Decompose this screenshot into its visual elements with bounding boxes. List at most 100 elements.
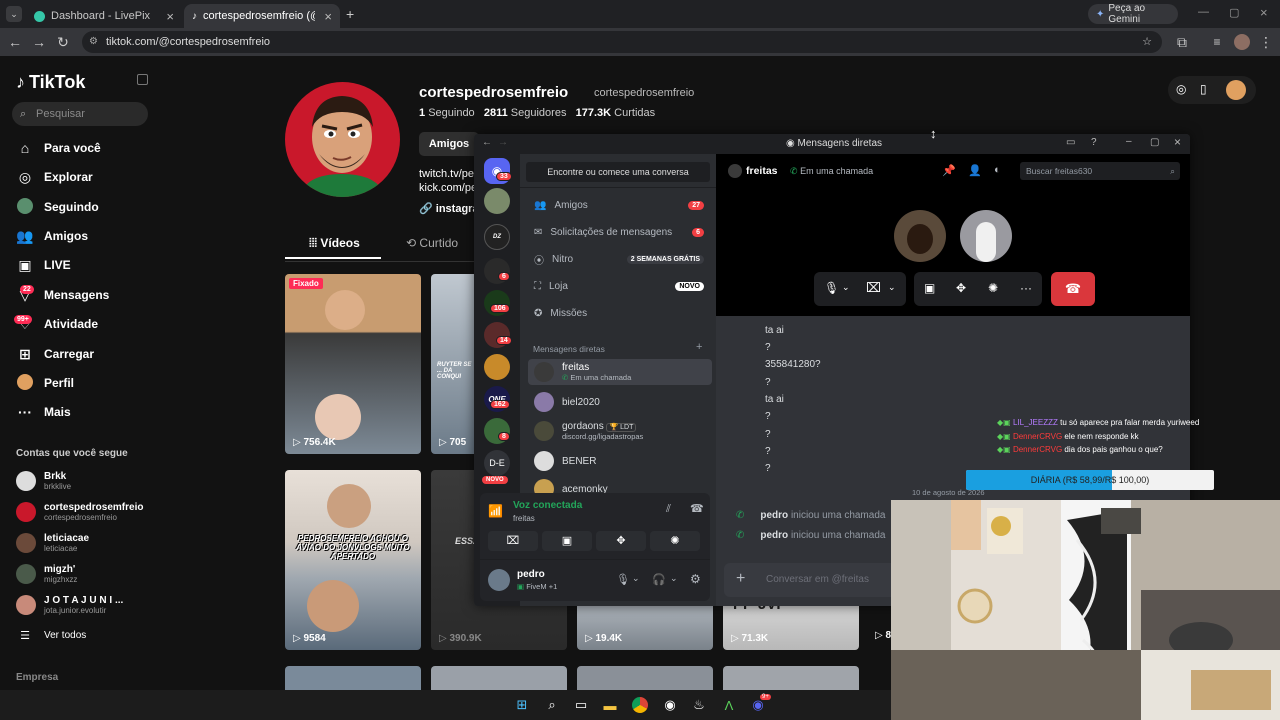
menu-friends[interactable]: 👥 Amigos 27	[528, 193, 712, 217]
windows-start-icon[interactable]: ⊞	[513, 696, 531, 714]
forward-icon[interactable]: →	[27, 30, 51, 54]
gemini-button[interactable]: ✦ Peça ao Gemini	[1088, 3, 1178, 25]
attach-plus-icon[interactable]: +	[736, 570, 745, 588]
voice-status[interactable]: Voz conectada	[513, 500, 582, 511]
chevron-down-icon[interactable]: ⌄	[670, 573, 678, 584]
address-bar[interactable]: ⚙ tiktok.com/@cortespedrosemfreio ☆	[82, 31, 1162, 53]
nav-amigos[interactable]: 👥 Amigos	[16, 225, 88, 247]
noise-suppression-icon[interactable]: ⫽	[666, 503, 671, 516]
followed-account[interactable]: migzh' migzhxzz	[16, 564, 77, 584]
new-tab-button[interactable]: +	[346, 6, 354, 22]
nav-para-voce[interactable]: ⌂ Para você	[16, 137, 101, 159]
inbox-icon[interactable]: ▭	[1066, 137, 1075, 148]
menu-quests[interactable]: ✪ Missões	[528, 301, 712, 325]
friends-button[interactable]: Amigos	[419, 132, 479, 156]
server-icon[interactable]	[484, 354, 510, 380]
activities-icon[interactable]: ✥	[956, 281, 966, 295]
camera-off-icon[interactable]: ⌧	[866, 280, 881, 296]
followed-account[interactable]: Brkk brkklive	[16, 471, 71, 491]
more-options-icon[interactable]: ···	[1020, 281, 1032, 295]
screen-share-icon[interactable]: ▣	[924, 281, 935, 295]
tiktok-logo[interactable]: ♪ TikTok	[16, 72, 85, 93]
device-icon[interactable]: ▯	[1200, 82, 1207, 96]
dm-item-gordaons[interactable]: gordaons 🏆 LDT discord.gg/ligadastropas	[528, 418, 712, 444]
nav-mais[interactable]: ··· Mais	[16, 401, 71, 423]
steam-icon[interactable]: ♨	[690, 696, 708, 714]
see-all-link[interactable]: ☰ Ver todos	[16, 624, 86, 646]
tab-livepix[interactable]: Dashboard - LivePix ×	[26, 4, 182, 28]
nav-carregar[interactable]: ⊞ Carregar	[16, 343, 94, 365]
reading-list-icon[interactable]: ≡	[1205, 30, 1229, 54]
site-info-icon[interactable]: ⚙	[89, 31, 98, 53]
company-link[interactable]: Empresa	[16, 672, 58, 683]
server-icon[interactable]	[484, 188, 510, 214]
obs-icon[interactable]: ◉	[661, 696, 679, 714]
coins-icon[interactable]: ◎	[1176, 82, 1186, 96]
extensions-icon[interactable]: ⧉	[1170, 30, 1194, 54]
minimize-icon[interactable]: –	[1126, 136, 1132, 147]
search-input[interactable]: ⌕ Pesquisar	[12, 102, 148, 126]
tab-list-button[interactable]: ⌄	[6, 6, 22, 22]
activities-button[interactable]: ✥	[596, 531, 646, 551]
settings-gear-icon[interactable]: ⚙	[690, 572, 701, 586]
followed-account[interactable]: leticiacae leticiacae	[16, 533, 89, 553]
camera-button[interactable]: ⌧	[488, 531, 538, 551]
microphone-icon[interactable]: 🎙	[824, 281, 839, 295]
chevron-down-icon[interactable]: ⌄	[888, 282, 896, 293]
profile-avatar-icon[interactable]	[1234, 34, 1250, 50]
menu-shop[interactable]: ⛶ Loja NOVO	[528, 274, 712, 298]
minimize-window-button[interactable]: —	[1198, 6, 1209, 18]
pin-icon[interactable]: 📌	[942, 164, 956, 177]
chrome-menu-icon[interactable]: ⋮	[1254, 30, 1278, 54]
server-icon[interactable]: DZ	[484, 224, 510, 250]
collapse-sidebar-icon[interactable]	[137, 74, 148, 85]
close-tab-icon[interactable]: ×	[166, 9, 174, 24]
create-dm-icon[interactable]: +	[696, 341, 702, 353]
chat-search-input[interactable]: Buscar freitas630 ⌕	[1020, 162, 1180, 180]
search-icon[interactable]: ⌕	[543, 696, 561, 714]
followed-account[interactable]: J O T A J U N I ... jota.junior.evolutir	[16, 595, 123, 615]
dm-item-biel2020[interactable]: biel2020	[528, 390, 712, 414]
screen-share-button[interactable]: ▣	[542, 531, 592, 551]
tab-videos[interactable]: ⦙⦙⦙ Vídeos	[309, 236, 360, 251]
menu-message-requests[interactable]: ✉ Solicitações de mensagens 6	[528, 220, 712, 244]
chevron-down-icon[interactable]: ⌄	[842, 282, 850, 293]
soundboard-button[interactable]: ✺	[650, 531, 700, 551]
add-friends-icon[interactable]: 👤	[968, 164, 982, 177]
close-tab-icon[interactable]: ×	[324, 9, 332, 24]
call-participant-avatar[interactable]	[960, 210, 1012, 262]
reload-icon[interactable]: ↻	[51, 30, 75, 54]
back-arrow-icon[interactable]: ←	[482, 137, 492, 148]
leave-call-button[interactable]: ☎	[1051, 272, 1095, 306]
bookmark-star-icon[interactable]: ☆	[1142, 31, 1152, 53]
server-icon-de[interactable]: D-E	[484, 450, 510, 476]
forward-arrow-icon[interactable]: →	[498, 137, 508, 148]
video-tile[interactable]: PEDROSEMFREIO ACHOU O AVIÃO DO JONVLOGS …	[285, 470, 421, 650]
followed-account[interactable]: cortespedrosemfreio cortespedrosemfreio	[16, 502, 143, 522]
app-icon[interactable]: Λ	[720, 696, 738, 714]
task-view-icon[interactable]: ▭	[572, 696, 590, 714]
chevron-down-icon[interactable]: ⌄	[632, 573, 640, 584]
tab-tiktok[interactable]: ♪ cortespedrosemfreio (@cortesp ×	[184, 4, 340, 28]
user-avatar[interactable]	[1226, 80, 1246, 100]
nav-live[interactable]: ▣ LIVE	[16, 254, 70, 276]
nav-seguindo[interactable]: Seguindo	[16, 196, 99, 218]
bio-link[interactable]: 🔗 instagra	[419, 202, 479, 215]
file-explorer-icon[interactable]: ▬	[601, 696, 619, 714]
chrome-icon[interactable]	[631, 696, 649, 714]
back-icon[interactable]: ←	[3, 30, 27, 54]
disconnect-icon[interactable]: ☎	[690, 502, 704, 515]
soundboard-icon[interactable]: ✺	[988, 281, 998, 295]
menu-nitro[interactable]: ⦿ Nitro 2 SEMANAS GRÁTIS	[528, 247, 712, 271]
video-tile[interactable]: Fixado ▷ 756.4K	[285, 274, 421, 454]
dm-item-freitas[interactable]: freitas ✆ Em uma chamada	[528, 359, 712, 385]
dm-item-bener[interactable]: BENER	[528, 449, 712, 473]
nav-perfil[interactable]: Perfil	[16, 372, 74, 394]
maximize-icon[interactable]: ▢	[1150, 137, 1159, 148]
close-window-button[interactable]: ×	[1260, 5, 1268, 20]
headphones-icon[interactable]: 🎧	[652, 573, 666, 586]
maximize-window-button[interactable]: ▢	[1229, 6, 1239, 19]
microphone-icon[interactable]: 🎙	[616, 573, 630, 586]
find-conversation-input[interactable]: Encontre ou comece uma conversa	[526, 162, 710, 182]
user-avatar[interactable]	[488, 569, 510, 591]
